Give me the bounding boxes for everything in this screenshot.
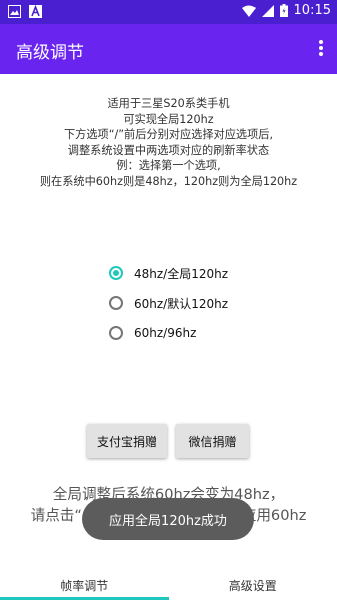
image-icon bbox=[8, 5, 21, 18]
description-line: 下方选项“/”前后分别对应选择对应选项后, bbox=[63, 128, 274, 141]
radio-option-60hz-96hz[interactable]: 60hz/96hz bbox=[108, 318, 228, 348]
description-line: 例：选择第一个选项, bbox=[116, 159, 221, 172]
status-time: 10:15 bbox=[293, 3, 331, 18]
wifi-icon bbox=[241, 5, 256, 17]
radio-button[interactable] bbox=[109, 326, 123, 340]
refresh-rate-radio-group: 48hz/全局120hz 60hz/默认120hz 60hz/96hz bbox=[108, 258, 228, 348]
tab-advanced-settings[interactable]: 高级设置 bbox=[169, 568, 337, 600]
app-bar: 高级调节 bbox=[0, 24, 337, 74]
radio-button-checked[interactable] bbox=[109, 266, 123, 280]
status-right: 10:15 bbox=[241, 3, 331, 18]
radio-option-60hz-default-120hz[interactable]: 60hz/默认120hz bbox=[108, 288, 228, 318]
description-line: 适用于三星S20系类手机 bbox=[107, 97, 230, 110]
text-icon bbox=[29, 5, 42, 18]
radio-button[interactable] bbox=[109, 296, 123, 310]
tab-frame-rate[interactable]: 帧率调节 bbox=[0, 568, 169, 600]
app-title: 高级调节 bbox=[16, 43, 84, 63]
alipay-donate-button[interactable]: 支付宝捐赠 bbox=[87, 424, 167, 458]
toast-message: 应用全局120hz成功 bbox=[82, 498, 254, 540]
description-line: 则在系统中60hz则是48hz，120hz则为全局120hz bbox=[39, 174, 298, 188]
description-text: 适用于三星S20系类手机 可实现全局120hz 下方选项“/”前后分别对应选择对… bbox=[0, 96, 337, 189]
signal-icon bbox=[261, 4, 274, 17]
description-line: 调整系统设置中两选项对应的刷新率状态 bbox=[67, 143, 270, 157]
radio-option-48hz-global-120hz[interactable]: 48hz/全局120hz bbox=[108, 258, 228, 288]
description-line: 可实现全局120hz bbox=[123, 112, 214, 126]
wechat-donate-button[interactable]: 微信捐赠 bbox=[176, 424, 249, 458]
overflow-menu-icon[interactable] bbox=[315, 38, 327, 60]
radio-label: 48hz/全局120hz bbox=[134, 266, 229, 281]
bottom-tab-bar: 帧率调节 高级设置 bbox=[0, 568, 337, 600]
battery-icon bbox=[279, 4, 288, 17]
radio-label: 60hz/96hz bbox=[134, 326, 197, 340]
radio-label: 60hz/默认120hz bbox=[134, 296, 229, 311]
status-bar: 10:15 bbox=[0, 0, 337, 24]
notification-icons bbox=[8, 5, 42, 18]
